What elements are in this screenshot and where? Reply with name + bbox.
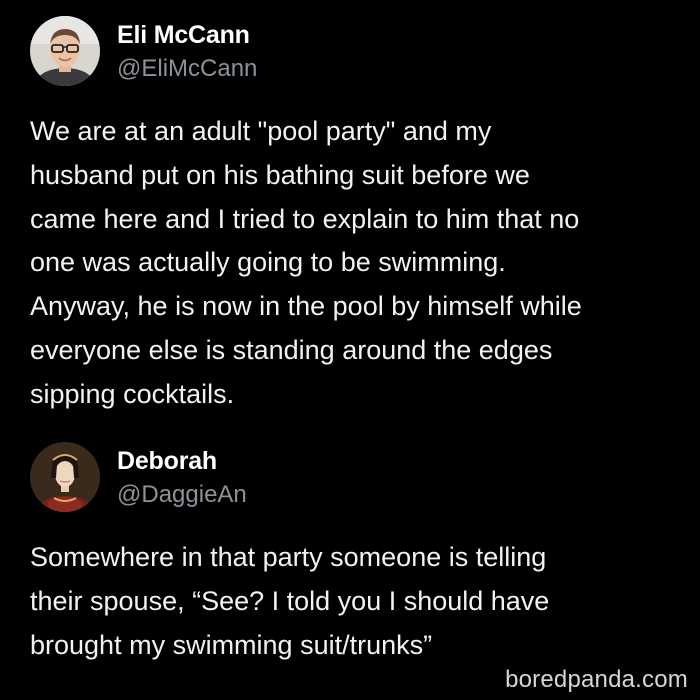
tudor-portrait-avatar-icon bbox=[30, 442, 100, 512]
author-name[interactable]: Eli McCann bbox=[117, 21, 250, 50]
author-handle[interactable]: @EliMcCann bbox=[117, 55, 257, 83]
watermark: boredpanda.com bbox=[505, 666, 688, 693]
man-with-glasses-avatar-icon bbox=[30, 16, 100, 86]
author-name[interactable]: Deborah bbox=[117, 447, 217, 476]
author-handle[interactable]: @DaggieAn bbox=[117, 481, 247, 509]
avatar-deborah[interactable] bbox=[30, 442, 100, 512]
avatar-eli-mccann[interactable] bbox=[30, 16, 100, 86]
tweet-text: Somewhere in that party someone is telli… bbox=[30, 542, 550, 660]
tweet-text: We are at an adult "pool party" and my h… bbox=[30, 116, 582, 409]
